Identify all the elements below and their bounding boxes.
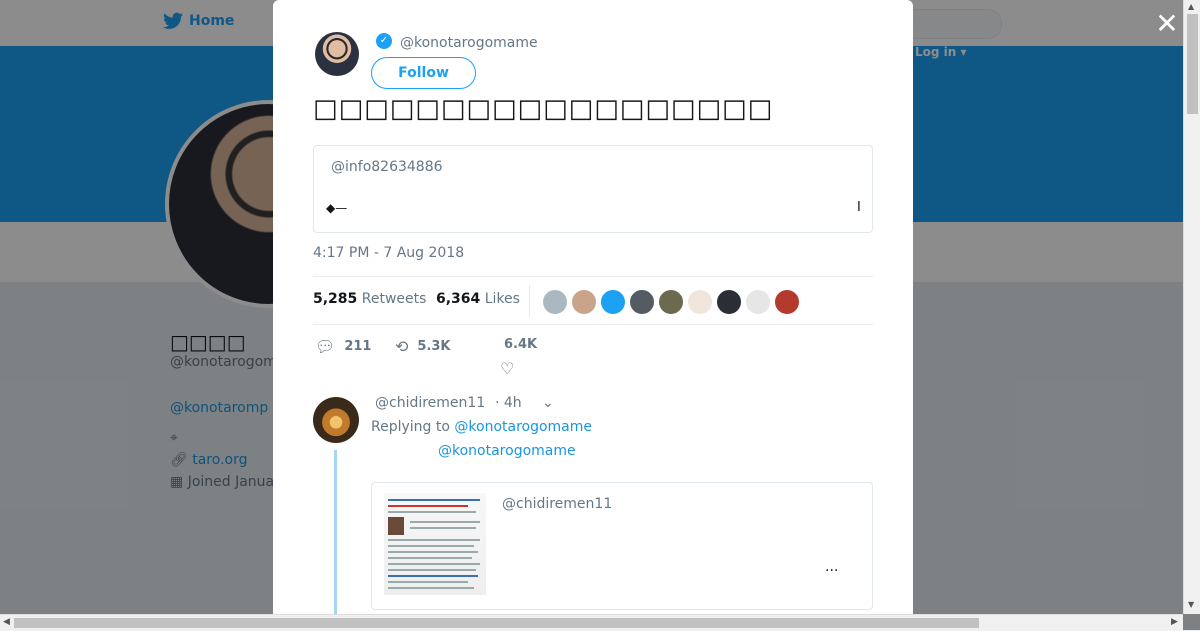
reply-count: 211 bbox=[344, 339, 372, 354]
horizontal-scrollbar[interactable]: ◀ ▶ bbox=[0, 614, 1183, 631]
likes-count: 6,364 bbox=[436, 291, 481, 307]
liker-avatar[interactable] bbox=[658, 289, 684, 315]
vertical-scroll-thumb[interactable] bbox=[1187, 14, 1198, 114]
scroll-up-icon[interactable]: ▲ bbox=[1188, 2, 1194, 11]
scroll-down-icon[interactable]: ▼ bbox=[1188, 600, 1194, 609]
chevron-down-icon[interactable]: ⌄ bbox=[542, 395, 554, 411]
thread-line bbox=[334, 450, 337, 614]
replying-to: Replying to @konotarogomame bbox=[371, 419, 592, 435]
document-thumbnail bbox=[384, 493, 486, 595]
likes-label: Likes bbox=[484, 291, 520, 307]
quoted-handle: @info82634886 bbox=[331, 159, 443, 175]
liker-avatar[interactable] bbox=[687, 289, 713, 315]
vertical-scrollbar[interactable]: ▲ ▼ bbox=[1183, 0, 1200, 614]
liker-avatar[interactable] bbox=[629, 289, 655, 315]
reply-avatar[interactable] bbox=[313, 397, 359, 443]
scroll-right-icon[interactable]: ▶ bbox=[1171, 617, 1178, 627]
like-count-wrap[interactable]: 6.4K bbox=[504, 337, 537, 352]
author-handle[interactable]: @konotarogomame bbox=[400, 35, 538, 51]
heart-icon[interactable]: ♡ bbox=[500, 359, 514, 378]
stats-divider bbox=[529, 285, 530, 317]
reply-action[interactable]: 💬︎ 211 bbox=[315, 337, 371, 356]
quoted-mark: I bbox=[857, 200, 861, 215]
reply-quoted-card[interactable]: @chidiremen11 ... bbox=[371, 482, 873, 610]
tweet-timestamp[interactable]: 4:17 PM - 7 Aug 2018 bbox=[313, 245, 464, 261]
tweet-text: □□□□□□□□□□□□□□□□□□ bbox=[313, 94, 774, 124]
liker-avatar[interactable] bbox=[716, 289, 742, 315]
retweets-count: 5,285 bbox=[313, 291, 358, 307]
horizontal-scroll-thumb[interactable] bbox=[14, 618, 979, 628]
reply-time[interactable]: · 4h bbox=[495, 395, 522, 411]
tweet-modal: ✓ @konotarogomame Follow □□□□□□□□□□□□□□□… bbox=[273, 0, 913, 614]
more-icon[interactable]: ... bbox=[825, 559, 838, 575]
tweet-actions: 💬︎ 211 ⟲ 5.3K 6.4K ♡ bbox=[313, 335, 873, 380]
liker-avatar[interactable] bbox=[745, 289, 771, 315]
retweet-icon: ⟲ bbox=[395, 337, 409, 356]
tweet-stats: 5,285 Retweets 6,364 Likes bbox=[313, 276, 873, 325]
verified-badge-icon: ✓ bbox=[376, 33, 392, 49]
reply-icon: 💬︎ bbox=[315, 337, 336, 356]
author-avatar[interactable] bbox=[315, 32, 359, 76]
retweets-stat[interactable]: 5,285 Retweets bbox=[313, 291, 426, 307]
retweet-count: 5.3K bbox=[417, 339, 451, 354]
liker-avatar[interactable] bbox=[600, 289, 626, 315]
close-icon[interactable]: ✕ bbox=[1154, 10, 1180, 38]
scroll-left-icon[interactable]: ◀ bbox=[3, 617, 10, 627]
reply-mention[interactable]: @konotarogomame bbox=[438, 443, 576, 459]
liker-avatar[interactable] bbox=[571, 289, 597, 315]
quoted-tweet-card[interactable]: @info82634886 ◆— I bbox=[313, 145, 873, 233]
replying-to-link[interactable]: @konotarogomame bbox=[454, 419, 592, 435]
reply-handle[interactable]: @chidiremen11 bbox=[375, 395, 485, 411]
retweets-label: Retweets bbox=[361, 291, 427, 307]
likes-stat[interactable]: 6,364 Likes bbox=[436, 291, 520, 307]
liker-avatar[interactable] bbox=[542, 289, 568, 315]
retweet-action[interactable]: ⟲ 5.3K bbox=[395, 337, 451, 356]
like-count: 6.4K bbox=[504, 337, 538, 352]
reply-card-handle: @chidiremen11 bbox=[502, 496, 613, 512]
follow-button[interactable]: Follow bbox=[371, 57, 476, 89]
replying-prefix: Replying to bbox=[371, 419, 450, 435]
liker-avatar[interactable] bbox=[774, 289, 800, 315]
quoted-text: ◆— bbox=[326, 201, 348, 215]
